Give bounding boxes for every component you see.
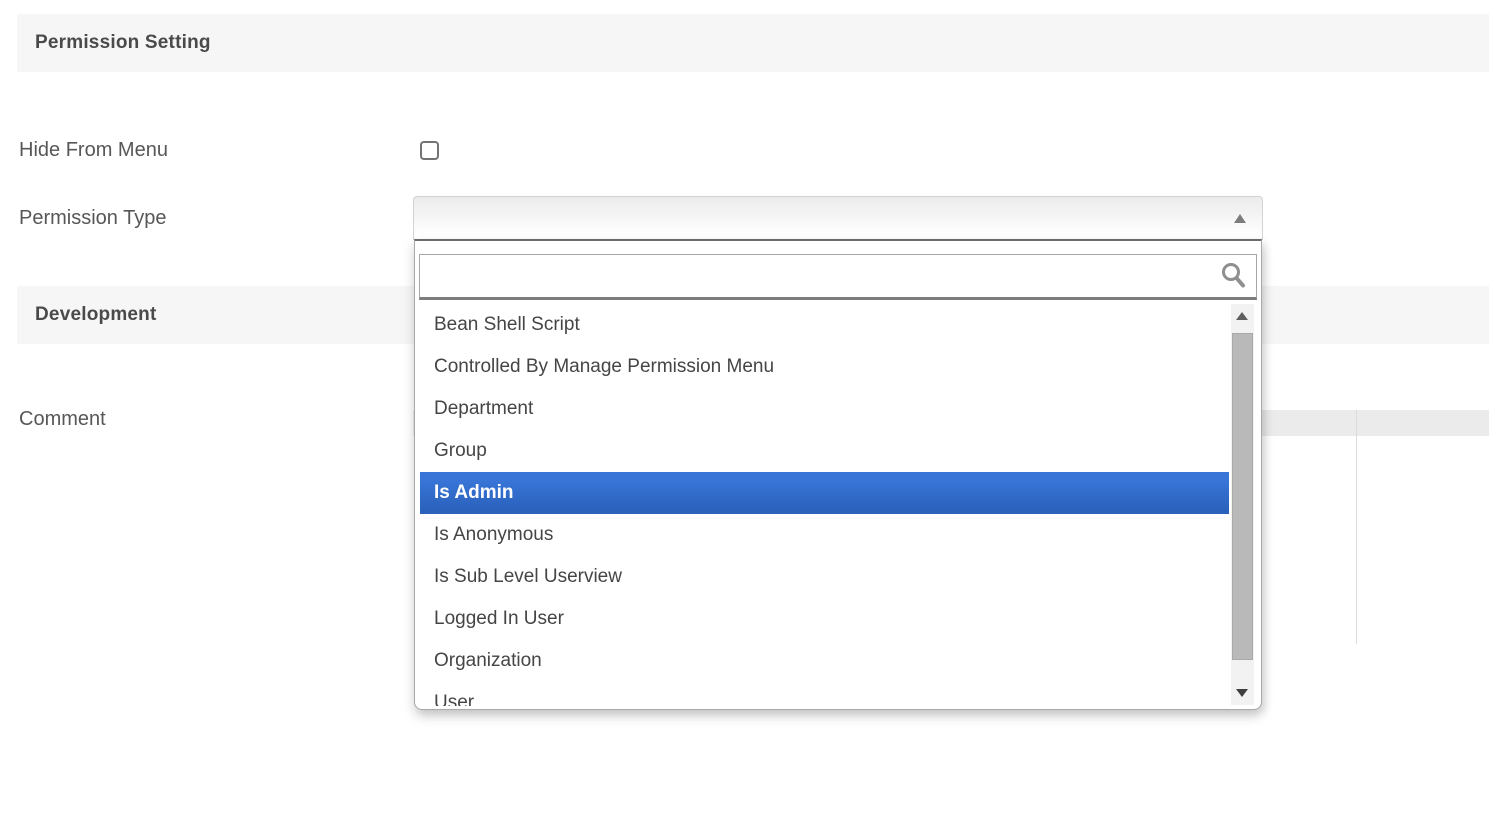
- dropdown-option[interactable]: Logged In User: [420, 598, 1229, 640]
- section-title: Development: [35, 304, 157, 326]
- dropdown-option-list: Bean Shell ScriptControlled By Manage Pe…: [418, 304, 1229, 706]
- dropdown-option[interactable]: Is Sub Level Userview: [420, 556, 1229, 598]
- scroll-down-icon[interactable]: [1231, 681, 1254, 705]
- chevron-up-icon: [1234, 214, 1246, 223]
- permission-type-label: Permission Type: [19, 207, 166, 230]
- comment-field-divider: [1356, 410, 1357, 644]
- comment-label: Comment: [19, 408, 106, 431]
- dropdown-search-wrap: [419, 254, 1257, 300]
- hide-from-menu-label: Hide From Menu: [19, 139, 168, 162]
- dropdown-option[interactable]: Is Anonymous: [420, 514, 1229, 556]
- hide-from-menu-checkbox[interactable]: [420, 141, 439, 160]
- permission-type-select[interactable]: [413, 196, 1263, 240]
- section-title: Permission Setting: [35, 32, 211, 54]
- search-icon: [1219, 261, 1247, 291]
- dropdown-option[interactable]: Controlled By Manage Permission Menu: [420, 346, 1229, 388]
- dropdown-option[interactable]: Organization: [420, 640, 1229, 682]
- dropdown-option[interactable]: User: [420, 682, 1229, 706]
- dropdown-option[interactable]: Is Admin: [420, 472, 1229, 514]
- dropdown-option[interactable]: Department: [420, 388, 1229, 430]
- dropdown-search-input[interactable]: [419, 254, 1257, 300]
- permission-type-dropdown: Bean Shell ScriptControlled By Manage Pe…: [414, 239, 1262, 710]
- dropdown-option[interactable]: Group: [420, 430, 1229, 472]
- scroll-up-icon[interactable]: [1231, 304, 1254, 328]
- dropdown-scrollbar[interactable]: [1231, 304, 1254, 705]
- section-header-permission-setting: Permission Setting: [17, 14, 1489, 72]
- dropdown-option[interactable]: Bean Shell Script: [420, 304, 1229, 346]
- scrollbar-thumb[interactable]: [1232, 333, 1253, 660]
